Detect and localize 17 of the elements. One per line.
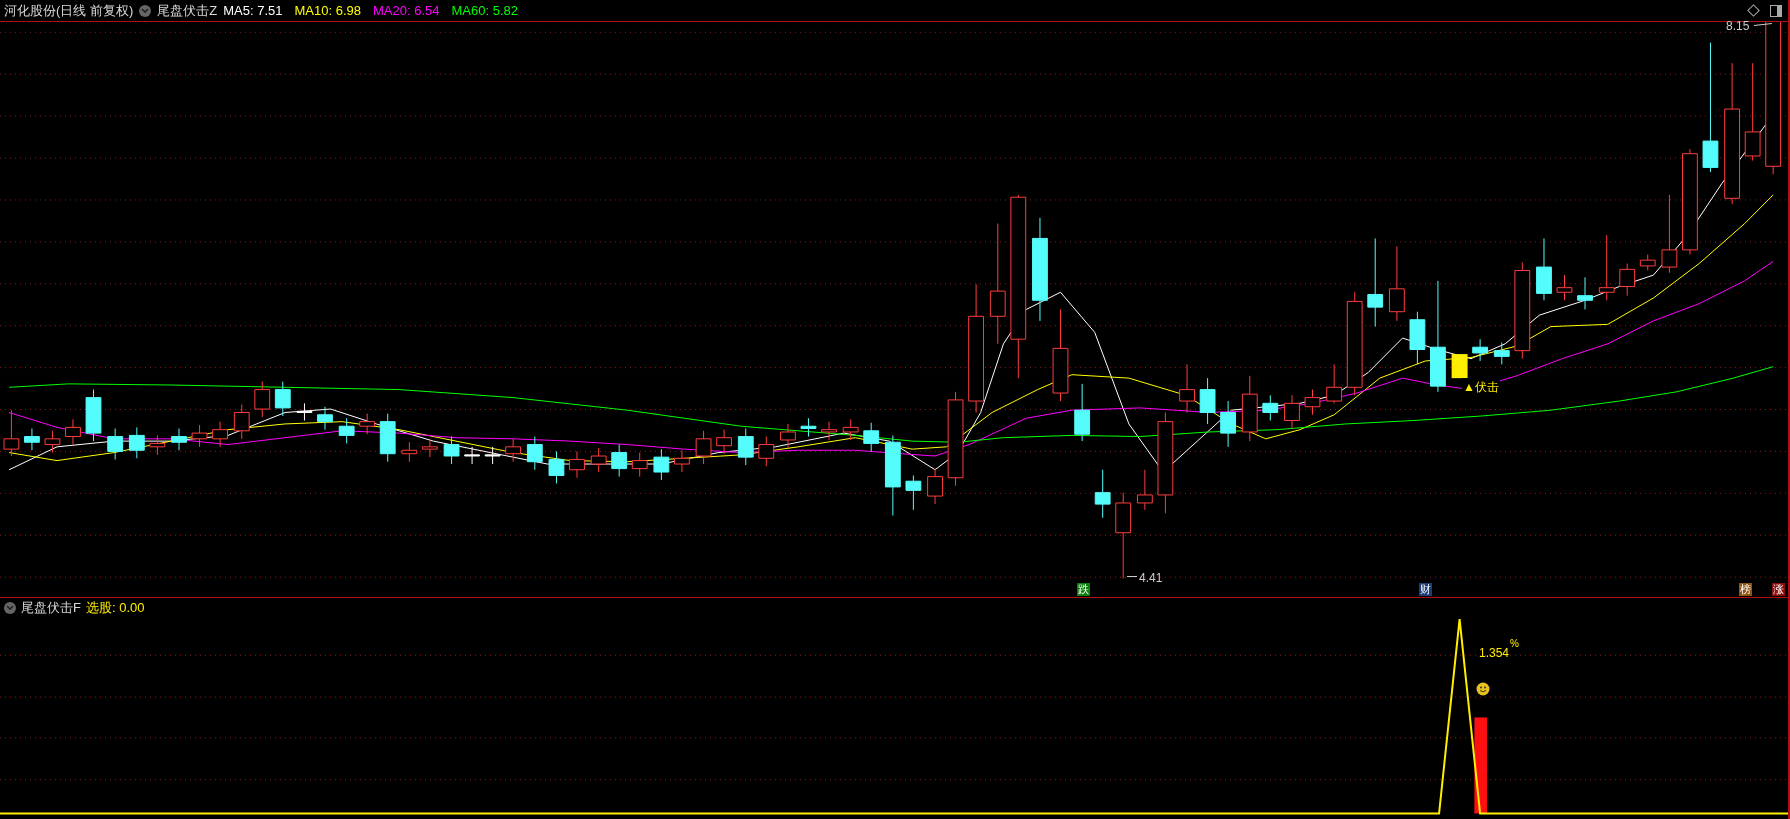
moving-average-reading: MA60: 5.82 bbox=[451, 1, 518, 20]
event-marker[interactable]: 榜 bbox=[1739, 583, 1752, 596]
indicator-reading: 选股: 0.00 bbox=[85, 599, 145, 618]
low-price-label: 4.41 bbox=[1139, 570, 1163, 587]
moving-average-reading: MA10: 6.98 bbox=[294, 1, 361, 20]
indicator-name: 尾盘伏击Z bbox=[157, 1, 218, 20]
stock-title: 河化股份(日线 前复权) bbox=[4, 1, 134, 20]
moving-average-reading: MA20: 6.54 bbox=[373, 1, 440, 20]
signal-label: ▲伏击 bbox=[1462, 378, 1500, 396]
indicator-name: 尾盘伏击F bbox=[21, 599, 81, 618]
event-marker[interactable]: 财 bbox=[1419, 583, 1432, 596]
event-marker[interactable]: 跌 bbox=[1077, 583, 1090, 596]
unit-label: % bbox=[1510, 637, 1519, 651]
high-price-label: 8.15 bbox=[1726, 18, 1750, 35]
moving-average-reading: MA5: 7.51 bbox=[223, 1, 283, 20]
value-label: 1.354 bbox=[1479, 645, 1510, 662]
event-marker[interactable]: 涨 bbox=[1772, 583, 1785, 596]
